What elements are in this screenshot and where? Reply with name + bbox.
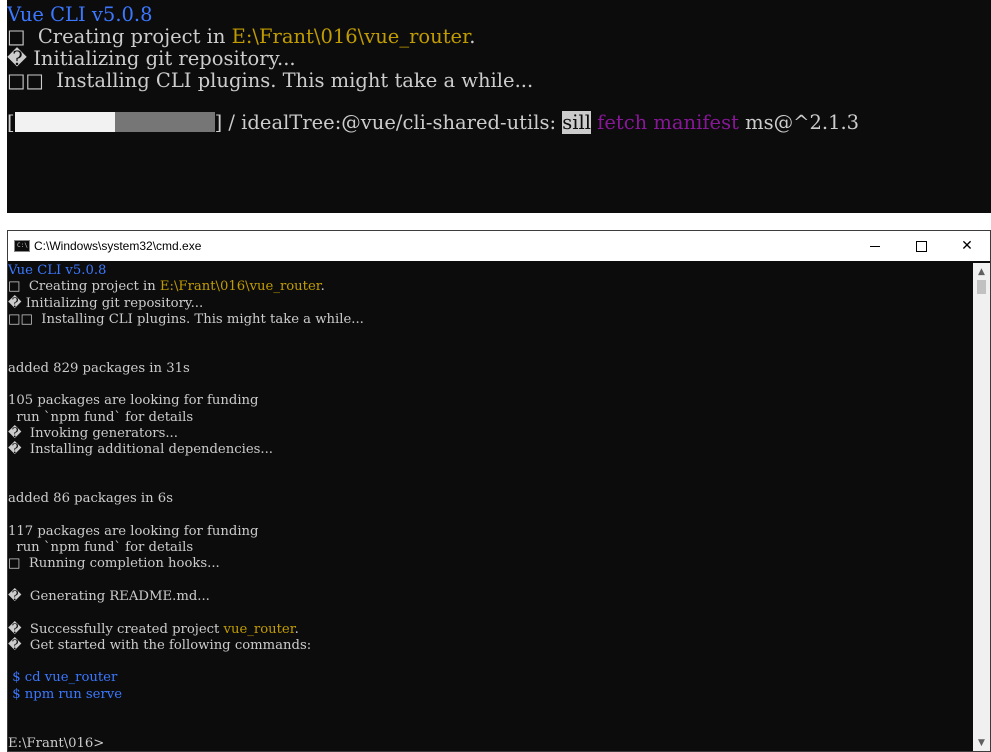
console-line: □ Running completion hooks... [8,556,220,572]
snippet-vue-cli-version: Vue CLI v5.0.8 [7,3,153,26]
window-title: C:\Windows\system32\cmd.exe [34,239,202,253]
scroll-thumb[interactable] [977,280,986,294]
cmd-window: C:\ C:\Windows\system32\cmd.exe ✕ Vue CL… [7,230,991,752]
vertical-scrollbar[interactable]: ▲ ▼ [973,263,990,751]
snippet-init-git: � Initializing git repository... [7,47,296,70]
console-line: � Successfully created project vue_route… [8,621,299,637]
console-line: Vue CLI v5.0.8 [8,263,107,278]
progress-bar-filled [14,112,115,132]
command-cd: $ cd vue_router [8,670,118,686]
minimize-icon [870,245,880,247]
console-line: � Installing additional dependencies... [8,442,273,458]
console-line: added 829 packages in 31s [8,360,190,376]
console-output[interactable]: Vue CLI v5.0.8 □ Creating project in E:\… [8,263,974,751]
console-line: added 86 packages in 6s [8,491,173,507]
console-line: � Invoking generators... [8,425,178,441]
console-line: □ Creating project in E:\Frant\016\vue_r… [8,279,325,295]
snippet-project-path: E:\Frant\016\vue_router [231,25,470,48]
minimize-button[interactable] [852,231,898,261]
console-line: 105 packages are looking for funding [8,393,259,409]
snippet-creating-project: □ Creating project in E:\Frant\016\vue_r… [7,25,476,48]
console-line: 117 packages are looking for funding [8,523,259,539]
snippet-installing-plugins: □□ Installing CLI plugins. This might ta… [7,69,534,92]
progress-bar-partial [114,112,215,132]
window-titlebar[interactable]: C:\ C:\Windows\system32\cmd.exe ✕ [8,231,990,261]
close-button[interactable]: ✕ [944,231,990,261]
console-line: � Generating README.md... [8,588,210,604]
maximize-button[interactable] [898,231,944,261]
command-serve: $ npm run serve [8,686,123,702]
close-icon: ✕ [961,238,973,254]
sill-badge: sill [562,111,591,134]
scroll-up-icon[interactable]: ▲ [973,263,990,280]
cmd-app-icon[interactable]: C:\ [14,240,30,252]
scroll-down-icon[interactable]: ▼ [973,734,990,751]
console-line: � Get started with the following command… [8,637,312,653]
zoomed-terminal-snippet: Vue CLI v5.0.8 □ Creating project in E:\… [7,0,991,213]
snippet-progress-line: [] / idealTree:@vue/cli-shared-utils: si… [7,111,860,134]
console-line: � Initializing git repository... [8,295,204,311]
project-path: E:\Frant\016\vue_router [159,279,321,295]
project-name: vue_router [223,621,295,637]
command-prompt[interactable]: E:\Frant\016> [8,736,974,751]
console-line: run `npm fund` for details [8,540,194,556]
console-line: □□ Installing CLI plugins. This might ta… [8,311,364,327]
maximize-icon [915,240,927,252]
console-line: run `npm fund` for details [8,409,194,425]
